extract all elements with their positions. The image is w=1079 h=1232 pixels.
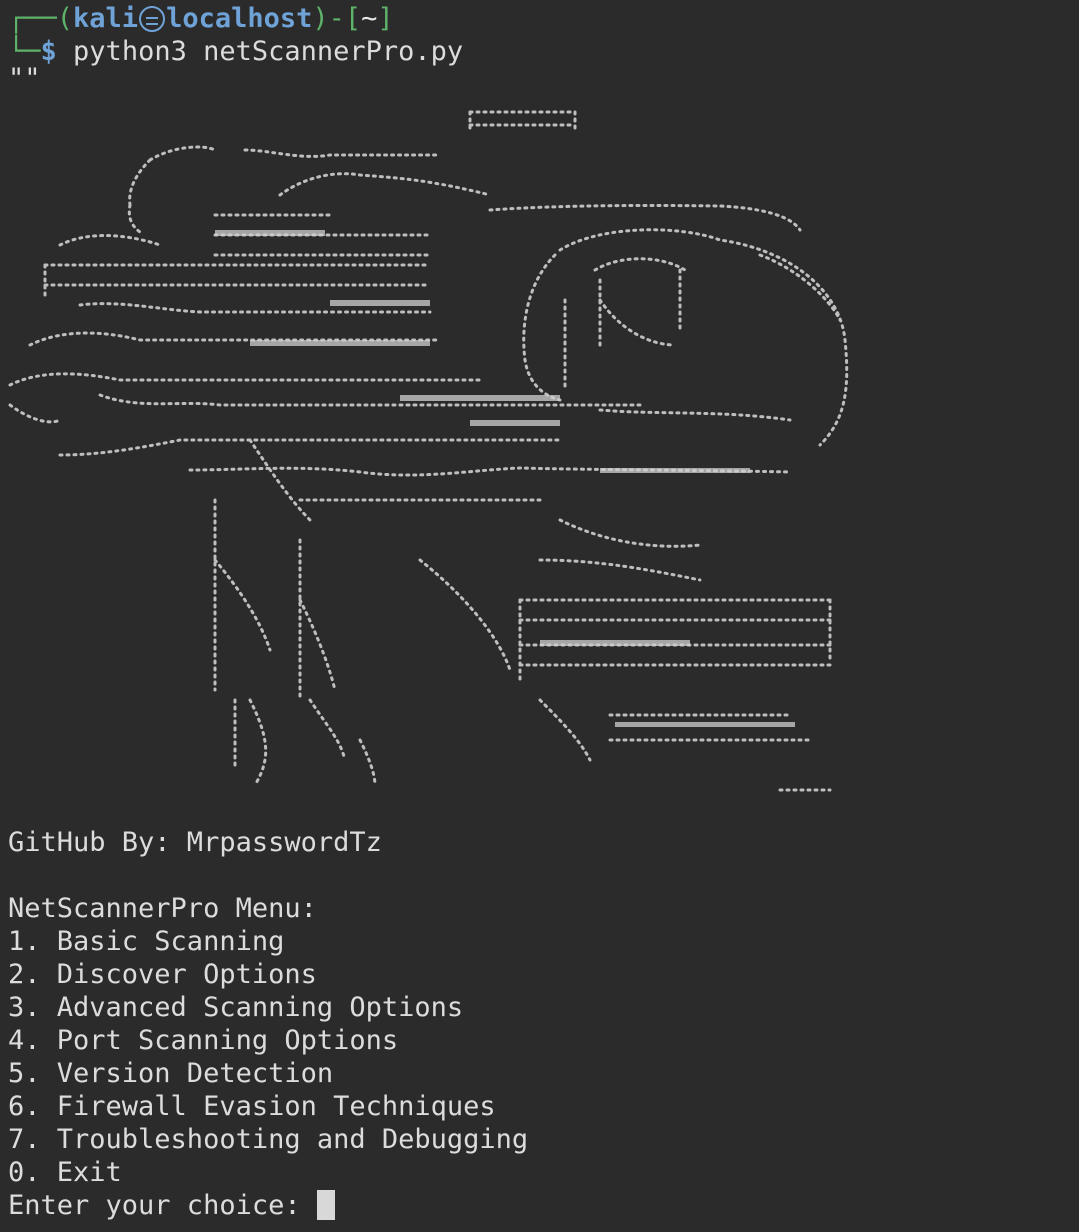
braille-ascii-art-logo [0,95,1079,805]
github-credit: GitHub By: MrpasswordTz [8,827,382,858]
banner-art-svg [8,110,849,792]
menu-item-troubleshooting: 7. Troubleshooting and Debugging [8,1124,529,1155]
menu-item-firewall-evasion: 6. Firewall Evasion Techniques [8,1091,496,1122]
prompt-command-line: └─$ python3 netScannerPro.py [8,35,463,68]
prompt-bracket-mid: )-[ [312,3,362,34]
choice-input-line[interactable]: Enter your choice: [8,1189,335,1222]
prompt-header-line: ┌──(kali localhost)-[~] [8,2,394,35]
menu-item-basic-scanning: 1. Basic Scanning [8,926,285,957]
menu-item-port-scanning: 4. Port Scanning Options [8,1025,399,1056]
prompt-host: localhost [166,3,313,34]
prompt-bracket-end: ] [377,3,394,34]
menu-item-version-detection: 5. Version Detection [8,1058,334,1089]
text-cursor[interactable] [316,1190,335,1220]
prompt-cwd: ~ [361,3,378,34]
terminal-window[interactable]: ┌──(kali localhost)-[~] └─$ python3 netSc… [0,0,1079,1232]
kali-logo-icon [139,6,166,32]
output-quote: "" [8,63,41,94]
menu-item-exit: 0. Exit [8,1157,122,1188]
prompt-command: python3 netScannerPro.py [73,36,464,67]
prompt-bracket-top: ┌──( [8,3,74,34]
choice-prompt-label: Enter your choice: [8,1190,317,1221]
menu-title: NetScannerPro Menu: [8,893,317,924]
menu-item-advanced-scanning: 3. Advanced Scanning Options [8,992,464,1023]
prompt-symbol: $ [40,36,57,67]
prompt-user: kali [73,3,139,34]
menu-item-discover-options: 2. Discover Options [8,959,317,990]
